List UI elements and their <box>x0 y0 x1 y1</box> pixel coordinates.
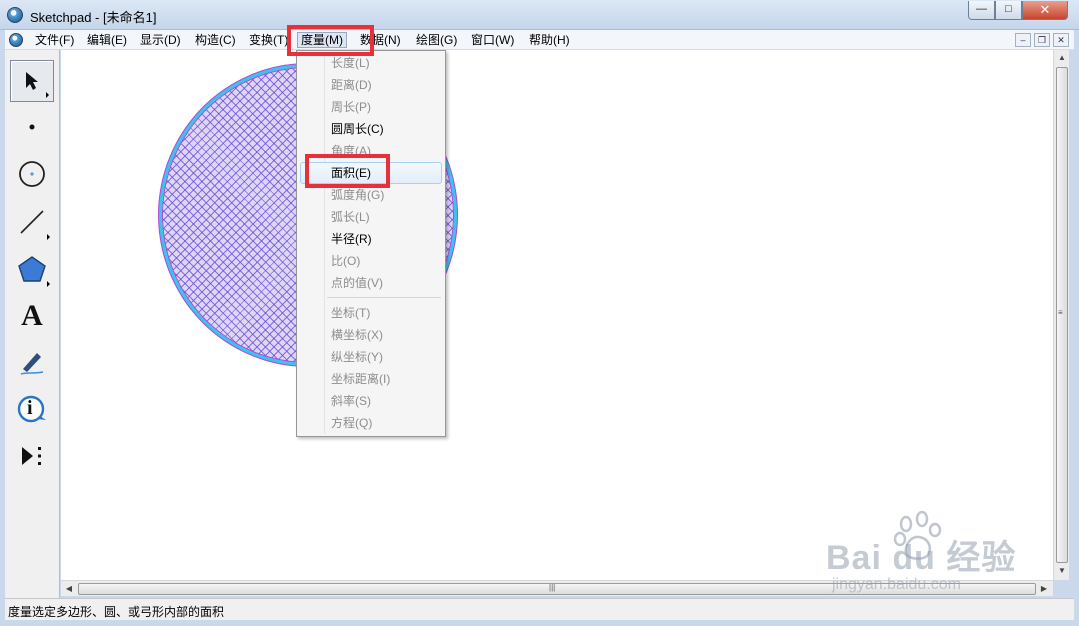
watermark-logo-text: Bai du 经验 <box>826 539 1017 577</box>
menu-item-radius[interactable]: 半径(R) <box>331 229 372 249</box>
text-a-icon: A <box>21 299 43 332</box>
menu-item-length[interactable]: 长度(L) <box>331 53 370 73</box>
menu-measure[interactable]: 度量(M) <box>297 32 347 48</box>
menu-item-arc-angle[interactable]: 弧度角(G) <box>331 185 384 205</box>
title-bar: Sketchpad - [未命名1] — □ ✕ <box>0 0 1079 30</box>
document-minimize-button[interactable]: – <box>1015 33 1031 47</box>
baidu-jingyan-watermark: Bai du 经验 jingyan.baidu.com <box>826 510 1026 600</box>
submenu-indicator-icon <box>47 234 50 240</box>
point-icon <box>29 124 35 130</box>
scroll-down-arrow-icon[interactable]: ▼ <box>1057 566 1067 576</box>
window-close-button[interactable]: ✕ <box>1022 1 1068 20</box>
menu-item-arc-length[interactable]: 弧长(L) <box>331 207 370 227</box>
menu-item-ratio[interactable]: 比(O) <box>331 251 360 271</box>
scroll-up-arrow-icon[interactable]: ▲ <box>1057 53 1067 63</box>
measure-dropdown-menu: 长度(L) 距离(D) 周长(P) 圆周长(C) 角度(A) 面积(E) 弧度角… <box>296 50 446 437</box>
menu-data[interactable]: 数据(N) <box>357 32 404 48</box>
menu-gutter <box>324 53 325 434</box>
compass-tool[interactable] <box>10 153 54 195</box>
menu-item-slope[interactable]: 斜率(S) <box>331 391 371 411</box>
menu-separator <box>327 297 441 298</box>
point-tool[interactable] <box>10 106 54 148</box>
menu-item-distance[interactable]: 距离(D) <box>331 75 372 95</box>
polygon-tool[interactable] <box>10 248 54 290</box>
arrow-select-tool[interactable] <box>10 60 54 102</box>
menu-item-abscissa[interactable]: 横坐标(X) <box>331 325 383 345</box>
circle-icon <box>19 161 45 187</box>
menu-hover-highlight <box>300 162 442 184</box>
pen-icon <box>20 353 44 375</box>
menu-window[interactable]: 窗口(W) <box>468 32 517 48</box>
toolbox: A i <box>5 50 60 600</box>
menu-graph[interactable]: 绘图(G) <box>413 32 460 48</box>
status-text: 度量选定多边形、圆、或弓形内部的面积 <box>8 605 225 619</box>
straightedge-tool[interactable] <box>10 201 54 243</box>
document-icon[interactable] <box>9 33 23 47</box>
document-close-button[interactable]: ✕ <box>1053 33 1069 47</box>
marker-tool[interactable] <box>10 341 54 383</box>
window-minimize-button[interactable]: — <box>968 1 995 20</box>
line-icon <box>20 210 44 234</box>
menu-help[interactable]: 帮助(H) <box>526 32 573 48</box>
status-bar: 度量选定多边形、圆、或弓形内部的面积 <box>5 598 1074 620</box>
sketch-canvas[interactable] <box>61 50 1053 580</box>
menu-item-equation[interactable]: 方程(Q) <box>331 413 372 433</box>
menu-transform[interactable]: 变换(T) <box>246 32 291 48</box>
info-glyph: i <box>27 397 33 419</box>
menu-item-ordinate[interactable]: 纵坐标(Y) <box>331 347 383 367</box>
sketchpad-app-icon[interactable] <box>7 7 23 23</box>
vertical-grip-icon: ≡ <box>1058 308 1063 317</box>
menu-item-area[interactable]: 面积(E) <box>331 163 371 183</box>
vertical-scrollbar[interactable]: ▲ ≡ ▼ <box>1053 50 1069 580</box>
menu-file[interactable]: 文件(F) <box>32 32 77 48</box>
menu-item-perimeter[interactable]: 周长(P) <box>331 97 371 117</box>
watermark-url: jingyan.baidu.com <box>832 576 961 593</box>
menu-edit[interactable]: 编辑(E) <box>84 32 130 48</box>
scroll-right-arrow-icon[interactable]: ▶ <box>1039 584 1049 594</box>
submenu-indicator-icon <box>47 281 50 287</box>
custom-tool-icon <box>22 447 41 465</box>
pentagon-icon <box>18 256 46 282</box>
menu-construct[interactable]: 构造(C) <box>192 32 239 48</box>
menu-item-point-value[interactable]: 点的值(V) <box>331 273 383 293</box>
horizontal-grip-icon: ||| <box>549 583 556 592</box>
window-title: Sketchpad - [未命名1] <box>30 10 157 25</box>
submenu-indicator-icon <box>46 92 49 98</box>
information-tool[interactable]: i <box>10 388 54 430</box>
window-maximize-button[interactable]: □ <box>995 1 1022 20</box>
text-tool[interactable]: A <box>10 295 54 337</box>
menu-display[interactable]: 显示(D) <box>137 32 184 48</box>
menu-item-coordinates[interactable]: 坐标(T) <box>331 303 370 323</box>
custom-tool[interactable] <box>10 435 54 477</box>
scroll-left-arrow-icon[interactable]: ◀ <box>64 584 74 594</box>
arrow-icon <box>26 72 38 90</box>
document-restore-button[interactable]: ❐ <box>1034 33 1050 47</box>
menu-item-angle[interactable]: 角度(A) <box>331 141 371 161</box>
menu-bar: 文件(F) 编辑(E) 显示(D) 构造(C) 变换(T) 度量(M) 数据(N… <box>5 30 1074 50</box>
menu-item-coordinate-distance[interactable]: 坐标距离(I) <box>331 369 390 389</box>
menu-item-circumference[interactable]: 圆周长(C) <box>331 119 384 139</box>
